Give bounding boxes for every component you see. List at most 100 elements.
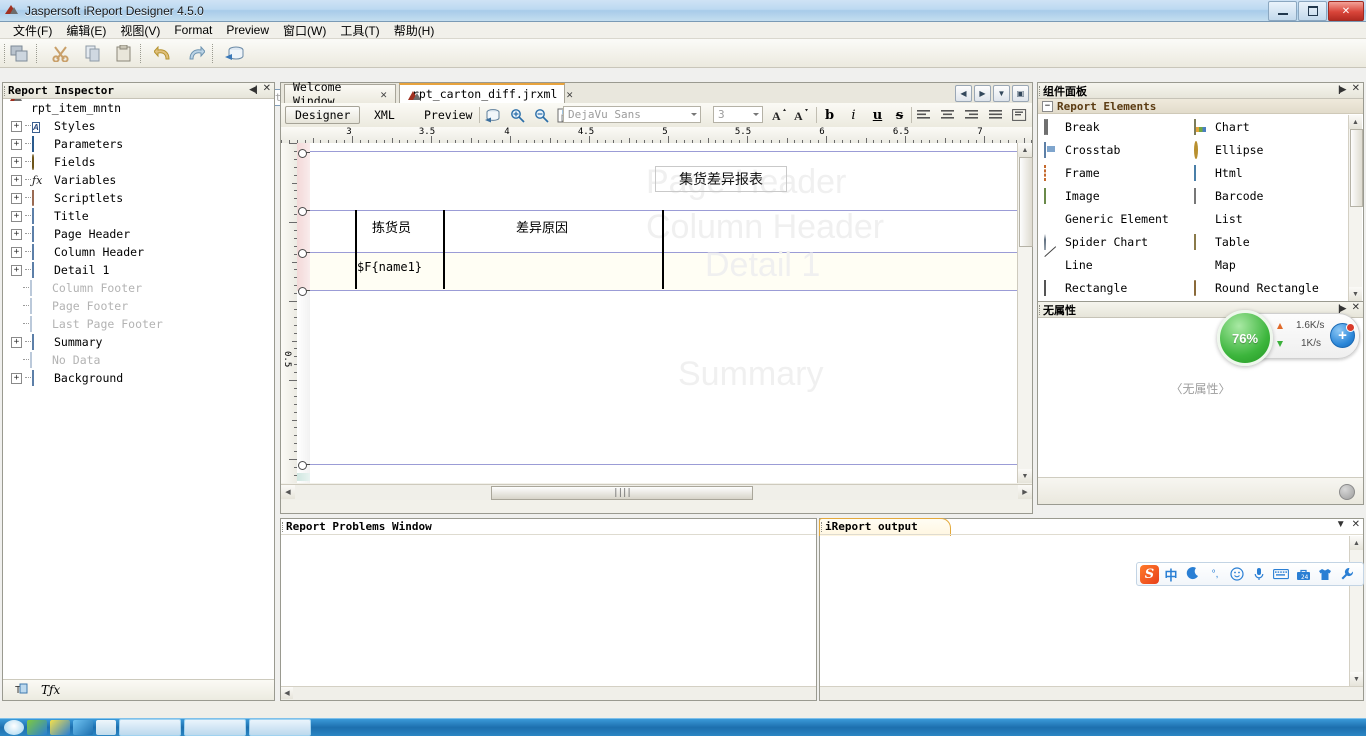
menu-window[interactable]: 窗口(W) — [276, 21, 333, 40]
expand-icon[interactable]: + — [11, 246, 22, 258]
taskbar-start-icon[interactable] — [4, 720, 24, 735]
fx-icon[interactable]: Tƒx — [41, 683, 60, 697]
scroll-left-icon[interactable]: ◀ — [281, 687, 293, 699]
column-header-cell[interactable]: 拣货员 — [372, 217, 411, 236]
expand-icon[interactable]: + — [11, 120, 22, 132]
font-family-select[interactable]: DejaVu Sans — [563, 106, 701, 123]
expand-icon[interactable]: + — [11, 210, 22, 222]
scroll-down-icon[interactable]: ▼ — [1349, 287, 1362, 301]
palette-scrollbar[interactable]: ▲ ▼ — [1348, 115, 1363, 301]
menu-preview[interactable]: Preview — [219, 22, 276, 38]
palette-item-generic-element[interactable]: Generic Element — [1044, 208, 1169, 230]
palette-item-rectangle[interactable]: Rectangle — [1044, 277, 1127, 299]
tree-node-title[interactable]: + Title — [3, 207, 274, 225]
close-icon[interactable]: ✕ — [1352, 520, 1360, 530]
expand-icon[interactable]: + — [11, 336, 22, 348]
view-tab-designer[interactable]: Designer — [285, 106, 361, 124]
strikethrough-icon[interactable]: s — [891, 107, 908, 123]
chinese-mode-icon[interactable]: 中 — [1161, 564, 1181, 584]
datasource-icon[interactable] — [483, 106, 503, 124]
palette-item-spider-chart[interactable]: Spider Chart — [1044, 231, 1148, 253]
align-right-icon[interactable] — [963, 107, 980, 123]
palette-item-line[interactable]: Line — [1044, 254, 1093, 276]
taskbar-window-button[interactable] — [249, 719, 311, 736]
menu-format[interactable]: Format — [167, 22, 219, 38]
toolbox-icon[interactable]: 24 — [1293, 564, 1313, 584]
redo-icon[interactable] — [184, 43, 206, 64]
increase-font-icon[interactable]: A — [771, 107, 788, 123]
output-vertical-scrollbar[interactable]: ▲ ▼ — [1349, 536, 1363, 686]
underline-icon[interactable]: u — [869, 107, 886, 123]
scroll-left-icon[interactable]: ◀ — [281, 485, 295, 499]
copy-icon[interactable] — [82, 43, 104, 64]
report-title-element[interactable]: 集货差异报表 — [655, 166, 787, 192]
band-handle[interactable] — [298, 149, 311, 158]
voice-input-icon[interactable] — [1249, 564, 1269, 584]
next-tab-icon[interactable]: ▶ — [974, 85, 991, 102]
column-header-cell[interactable]: 差异原因 — [516, 217, 568, 236]
output-log-area[interactable] — [820, 536, 1350, 686]
minus-icon[interactable]: − — [1042, 100, 1053, 112]
horizontal-scroll-thumb[interactable]: |||| — [491, 486, 753, 500]
palette-item-table[interactable]: Table — [1194, 231, 1250, 253]
network-speed-widget[interactable]: 76% 1.6K/s 1K/s + — [1217, 310, 1360, 366]
scroll-up-icon[interactable]: ▲ — [1350, 536, 1363, 550]
minimize-icon[interactable]: ▼ — [1336, 520, 1346, 530]
band-gutter[interactable] — [297, 143, 311, 483]
tree-node-background[interactable]: + Background — [3, 369, 274, 387]
taskbar-window-button[interactable] — [119, 719, 181, 736]
pin-icon[interactable]: |▶ — [1338, 303, 1347, 313]
band-handle[interactable] — [298, 461, 311, 470]
close-icon[interactable]: ✕ — [380, 88, 387, 101]
chevron-down-icon[interactable] — [691, 113, 697, 116]
tab-welcome-window[interactable]: Welcome Window ✕ — [284, 80, 396, 108]
palette-item-map[interactable]: Map — [1194, 254, 1236, 276]
expand-icon[interactable]: + — [11, 138, 22, 150]
add-icon[interactable]: + — [1330, 323, 1355, 348]
align-left-icon[interactable] — [915, 107, 932, 123]
undo-icon[interactable] — [152, 43, 174, 64]
pin-icon[interactable]: |▶ — [1338, 84, 1347, 94]
expand-icon[interactable]: + — [11, 156, 22, 168]
band-handle[interactable] — [298, 207, 311, 216]
decrease-font-icon[interactable]: A — [793, 107, 810, 123]
scroll-right-icon[interactable]: ▶ — [1018, 485, 1032, 499]
pin-icon[interactable]: ◀| — [249, 84, 258, 94]
palette-item-list[interactable]: List — [1194, 208, 1243, 230]
minimize-button[interactable] — [1268, 1, 1297, 21]
tab-rpt-carton-diff[interactable]: rpt_carton_diff.jrxml ✕ — [399, 83, 573, 103]
palette-section-report-elements[interactable]: − Report Elements — [1038, 99, 1363, 114]
add-field-icon[interactable]: T — [15, 682, 31, 699]
palette-item-round-rectangle[interactable]: Round Rectangle — [1194, 277, 1319, 299]
tree-node-page-footer[interactable]: Page Footer — [3, 297, 274, 315]
inspector-tree[interactable]: rpt_item_mntn + A Styles + Parameters + … — [3, 99, 274, 678]
help-icon[interactable] — [1339, 484, 1355, 500]
skin-icon[interactable] — [1315, 564, 1335, 584]
scroll-down-icon[interactable]: ▼ — [1018, 469, 1032, 483]
band-handle[interactable] — [298, 249, 311, 258]
tree-node-scriptlets[interactable]: + Scriptlets — [3, 189, 274, 207]
sogou-logo-icon[interactable]: S — [1140, 564, 1159, 584]
expand-icon[interactable]: + — [11, 228, 22, 240]
tree-node-styles[interactable]: + A Styles — [3, 117, 274, 135]
menu-file[interactable]: 文件(F) — [6, 21, 59, 40]
restore-button[interactable] — [1298, 1, 1327, 21]
vertical-scroll-thumb[interactable] — [1019, 157, 1033, 247]
paste-icon[interactable] — [113, 43, 135, 64]
band-handle[interactable] — [298, 287, 311, 296]
menu-view[interactable]: 视图(V) — [113, 21, 167, 40]
scroll-up-icon[interactable]: ▲ — [1349, 115, 1362, 129]
taskbar-icon[interactable] — [27, 720, 47, 735]
canvas-vertical-scrollbar[interactable]: ▲ ▼ — [1017, 143, 1033, 483]
new-report-icon[interactable] — [8, 43, 30, 64]
punctuation-icon[interactable]: °, — [1205, 564, 1225, 584]
close-icon[interactable]: ✕ — [263, 84, 271, 94]
problems-horizontal-scrollbar[interactable]: ◀ — [281, 686, 816, 700]
menu-edit[interactable]: 编辑(E) — [59, 21, 113, 40]
tree-node-root[interactable]: rpt_item_mntn — [3, 99, 274, 117]
close-button[interactable]: ✕ — [1328, 1, 1364, 21]
taskbar-icon[interactable] — [73, 720, 93, 735]
expand-icon[interactable]: + — [11, 174, 22, 186]
font-size-select[interactable]: 3 — [713, 106, 763, 123]
tree-node-parameters[interactable]: + Parameters — [3, 135, 274, 153]
